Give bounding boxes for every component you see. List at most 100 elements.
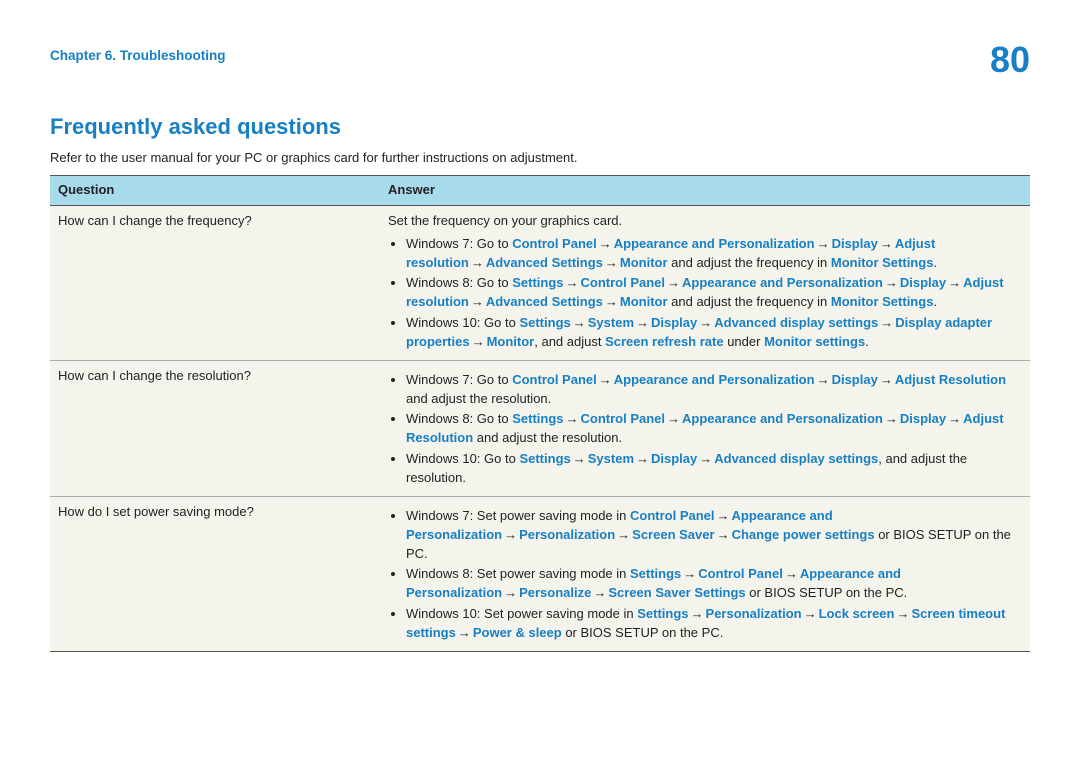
path-step: Monitor settings — [764, 334, 865, 349]
faq-table: Question Answer How can I change the fre… — [50, 175, 1030, 652]
path-step: Advanced Settings — [486, 294, 603, 309]
path-step: Appearance and Personalization — [682, 275, 883, 290]
list-item: Windows 7: Set power saving mode in Cont… — [406, 507, 1014, 564]
question-cell: How do I set power saving mode? — [50, 496, 380, 651]
answer-list: Windows 7: Set power saving mode in Cont… — [388, 507, 1014, 643]
arrow-icon: → — [681, 566, 698, 581]
path-step: Settings — [519, 315, 570, 330]
path-step: Control Panel — [581, 411, 666, 426]
arrow-icon: → — [946, 275, 963, 290]
arrow-icon: → — [946, 411, 963, 426]
path-step: Monitor Settings — [831, 294, 934, 309]
answer-cell: Set the frequency on your graphics card.… — [380, 205, 1030, 360]
path-step: Display — [900, 411, 946, 426]
table-row: How can I change the frequency?Set the f… — [50, 205, 1030, 360]
path-step: Screen refresh rate — [605, 334, 724, 349]
path-step: Appearance and Personalization — [682, 411, 883, 426]
arrow-icon: → — [783, 566, 800, 581]
path-step: Monitor Settings — [831, 255, 934, 270]
arrow-icon: → — [564, 275, 581, 290]
arrow-icon: → — [697, 315, 714, 330]
arrow-icon: → — [571, 451, 588, 466]
path-step: Screen Saver Settings — [608, 585, 745, 600]
path-step: Adjust Resolution — [895, 372, 1006, 387]
path-step: Advanced display settings — [714, 451, 878, 466]
answer-list: Windows 7: Go to Control Panel→Appearanc… — [388, 235, 1014, 352]
arrow-icon: → — [878, 236, 895, 251]
path-step: Display — [832, 372, 878, 387]
arrow-icon: → — [665, 411, 682, 426]
path-step: Personalization — [519, 527, 615, 542]
answer-lead: Set the frequency on your graphics card. — [388, 212, 1014, 231]
arrow-icon: → — [502, 585, 519, 600]
arrow-icon: → — [878, 372, 895, 387]
list-item: Windows 8: Go to Settings→Control Panel→… — [406, 410, 1014, 448]
arrow-icon: → — [815, 236, 832, 251]
path-step: Settings — [512, 411, 563, 426]
path-step: Settings — [519, 451, 570, 466]
path-step: Monitor — [620, 255, 668, 270]
path-step: Control Panel — [512, 236, 597, 251]
answer-cell: Windows 7: Set power saving mode in Cont… — [380, 496, 1030, 651]
answer-cell: Windows 7: Go to Control Panel→Appearanc… — [380, 360, 1030, 496]
path-step: Display — [651, 451, 697, 466]
path-step: Settings — [637, 606, 688, 621]
section-intro: Refer to the user manual for your PC or … — [50, 150, 1030, 165]
answer-list: Windows 7: Go to Control Panel→Appearanc… — [388, 371, 1014, 488]
arrow-icon: → — [634, 315, 651, 330]
path-step: Display — [900, 275, 946, 290]
arrow-icon: → — [571, 315, 588, 330]
page-number: 80 — [990, 42, 1030, 78]
arrow-icon: → — [469, 294, 486, 309]
path-step: Display — [651, 315, 697, 330]
arrow-icon: → — [689, 606, 706, 621]
arrow-icon: → — [470, 334, 487, 349]
col-header-answer: Answer — [380, 176, 1030, 206]
path-step: Control Panel — [630, 508, 715, 523]
arrow-icon: → — [615, 527, 632, 542]
path-step: Lock screen — [819, 606, 895, 621]
arrow-icon: → — [878, 315, 895, 330]
arrow-icon: → — [665, 275, 682, 290]
path-step: System — [588, 315, 634, 330]
path-step: Monitor — [620, 294, 668, 309]
chapter-label: Chapter 6. Troubleshooting — [50, 48, 226, 63]
arrow-icon: → — [883, 275, 900, 290]
path-step: Control Panel — [698, 566, 783, 581]
arrow-icon: → — [456, 625, 473, 640]
arrow-icon: → — [591, 585, 608, 600]
arrow-icon: → — [597, 372, 614, 387]
arrow-icon: → — [597, 236, 614, 251]
arrow-icon: → — [815, 372, 832, 387]
path-step: Personalize — [519, 585, 591, 600]
arrow-icon: → — [502, 527, 519, 542]
path-step: Control Panel — [512, 372, 597, 387]
path-step: Change power settings — [732, 527, 875, 542]
table-row: How do I set power saving mode? Windows 7… — [50, 496, 1030, 651]
list-item: Windows 10: Go to Settings→System→Displa… — [406, 450, 1014, 488]
list-item: Windows 10: Set power saving mode in Set… — [406, 605, 1014, 643]
path-step: Advanced Settings — [486, 255, 603, 270]
arrow-icon: → — [894, 606, 911, 621]
list-item: Windows 7: Go to Control Panel→Appearanc… — [406, 371, 1014, 409]
arrow-icon: → — [715, 508, 732, 523]
path-step: Appearance and Personalization — [614, 372, 815, 387]
path-step: Monitor — [487, 334, 535, 349]
arrow-icon: → — [634, 451, 651, 466]
page-header: Chapter 6. Troubleshooting 80 — [50, 42, 1030, 78]
path-step: Display — [832, 236, 878, 251]
path-step: Personalization — [706, 606, 802, 621]
question-cell: How can I change the resolution? — [50, 360, 380, 496]
list-item: Windows 8: Set power saving mode in Sett… — [406, 565, 1014, 603]
arrow-icon: → — [469, 255, 486, 270]
path-step: Advanced display settings — [714, 315, 878, 330]
list-item: Windows 10: Go to Settings→System→Displa… — [406, 314, 1014, 352]
arrow-icon: → — [715, 527, 732, 542]
path-step: Screen Saver — [632, 527, 714, 542]
path-step: Control Panel — [581, 275, 666, 290]
arrow-icon: → — [603, 294, 620, 309]
list-item: Windows 7: Go to Control Panel→Appearanc… — [406, 235, 1014, 273]
arrow-icon: → — [697, 451, 714, 466]
path-step: Settings — [512, 275, 563, 290]
col-header-question: Question — [50, 176, 380, 206]
